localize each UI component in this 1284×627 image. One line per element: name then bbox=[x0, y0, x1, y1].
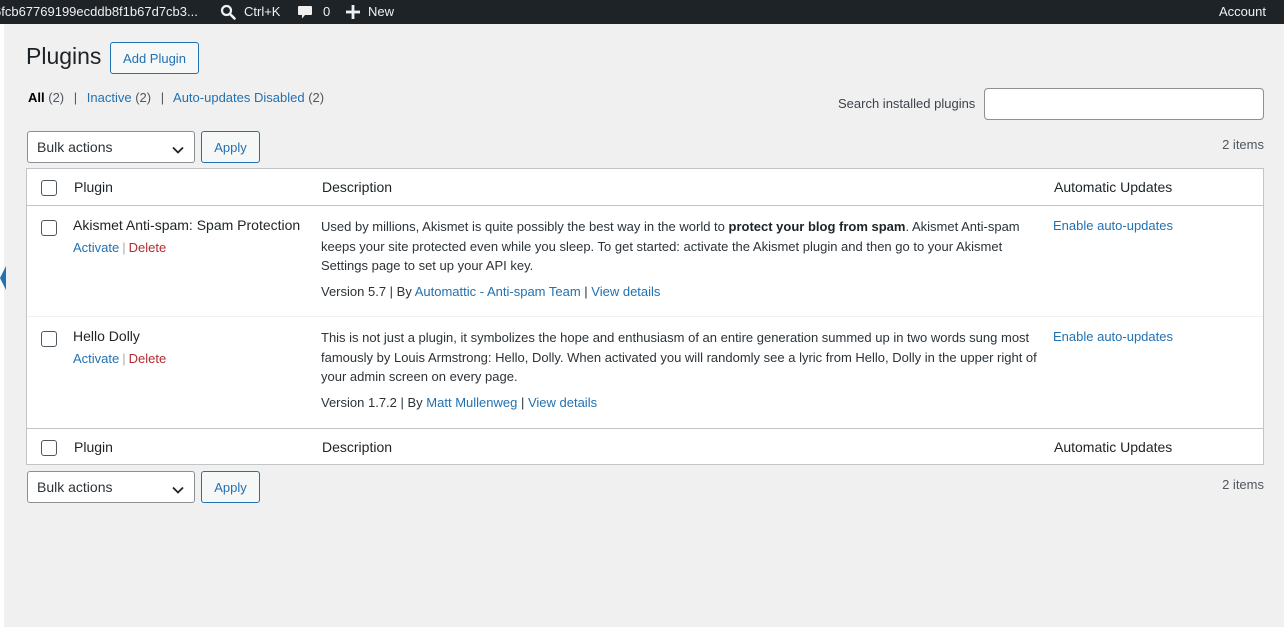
plugin-meta: Version 5.7 | By Automattic - Anti-spam … bbox=[321, 284, 661, 299]
filter-autoupdates-disabled-count: (2) bbox=[308, 90, 325, 105]
select-all-checkbox[interactable] bbox=[41, 180, 57, 196]
items-count: 2 items bbox=[1222, 137, 1264, 152]
activate-link[interactable]: Activate bbox=[73, 351, 119, 366]
left-edge bbox=[0, 24, 4, 627]
column-auto-updates: Automatic Updates bbox=[1054, 439, 1173, 455]
plugin-name: Hello Dolly bbox=[73, 328, 140, 344]
chevron-down-icon bbox=[172, 142, 184, 158]
filter-all[interactable]: All bbox=[28, 90, 45, 105]
filter-separator: | bbox=[73, 90, 78, 105]
select-all-checkbox[interactable] bbox=[41, 440, 57, 456]
plugin-meta: Version 1.7.2 | By Matt Mullenweg | View… bbox=[321, 395, 598, 410]
plugin-description: This is not just a plugin, it symbolizes… bbox=[321, 330, 1037, 384]
chevron-down-icon bbox=[172, 482, 184, 498]
apply-button-bottom[interactable]: Apply bbox=[201, 471, 260, 503]
search-shortcut-label: Ctrl+K bbox=[244, 4, 281, 19]
bulk-actions-selected: Bulk actions bbox=[37, 479, 113, 495]
command-palette-button[interactable]: Ctrl+K bbox=[220, 0, 280, 24]
bulk-actions-select-bottom[interactable]: Bulk actions bbox=[27, 471, 195, 503]
plugin-status-filters: All (2) | Inactive (2) | Auto-updates Di… bbox=[28, 90, 324, 105]
table-footer: Plugin Description Automatic Updates bbox=[27, 428, 1263, 465]
delete-link[interactable]: Delete bbox=[129, 351, 167, 366]
filter-inactive-count: (2) bbox=[135, 90, 152, 105]
table-header: Plugin Description Automatic Updates bbox=[27, 169, 1263, 206]
delete-link[interactable]: Delete bbox=[129, 240, 167, 255]
column-plugin: Plugin bbox=[74, 179, 113, 195]
filter-all-count: (2) bbox=[48, 90, 65, 105]
plus-icon bbox=[346, 5, 360, 19]
description-emphasis: protect your blog from spam bbox=[728, 219, 906, 234]
enable-auto-updates-link[interactable]: Enable auto-updates bbox=[1053, 329, 1173, 344]
plugin-version: Version 5.7 bbox=[321, 284, 387, 299]
filter-separator: | bbox=[160, 90, 165, 105]
table-row: Akismet Anti-spam: Spam Protection Activ… bbox=[27, 206, 1263, 317]
search-input[interactable] bbox=[984, 88, 1264, 120]
new-content-link[interactable]: New bbox=[346, 0, 394, 24]
column-description: Description bbox=[322, 179, 393, 195]
row-actions: Activate | Delete bbox=[73, 351, 167, 366]
site-name-link[interactable]: 6fcb67769199ecddb8f1b67d7cb3... bbox=[0, 0, 198, 24]
page-title: Plugins bbox=[26, 43, 102, 69]
plugins-table: Plugin Description Automatic Updates Aki… bbox=[26, 168, 1264, 465]
view-details-link[interactable]: View details bbox=[591, 284, 660, 299]
author-link[interactable]: Automattic - Anti-spam Team bbox=[415, 284, 581, 299]
add-plugin-button[interactable]: Add Plugin bbox=[110, 42, 199, 74]
menu-collapse-arrow-icon bbox=[0, 262, 6, 294]
comments-link[interactable]: 0 bbox=[297, 0, 330, 24]
apply-button[interactable]: Apply bbox=[201, 131, 260, 163]
table-row: Hello Dolly Activate | Delete This is not … bbox=[27, 317, 1263, 428]
plugin-name: Akismet Anti-spam: Spam Protection bbox=[73, 217, 301, 233]
filter-inactive[interactable]: Inactive bbox=[87, 90, 132, 105]
column-plugin: Plugin bbox=[74, 439, 113, 455]
author-link[interactable]: Matt Mullenweg bbox=[426, 395, 517, 410]
row-actions: Activate | Delete bbox=[73, 240, 167, 255]
column-auto-updates: Automatic Updates bbox=[1054, 179, 1173, 195]
filter-autoupdates-disabled[interactable]: Auto-updates Disabled bbox=[173, 90, 305, 105]
new-label: New bbox=[368, 4, 395, 19]
row-checkbox[interactable] bbox=[41, 220, 57, 236]
search-icon bbox=[220, 4, 236, 20]
search-label: Search installed plugins bbox=[838, 96, 976, 111]
account-label: Account bbox=[1219, 4, 1266, 19]
admin-bar: 6fcb67769199ecddb8f1b67d7cb3... Ctrl+K 0… bbox=[0, 0, 1284, 24]
enable-auto-updates-link[interactable]: Enable auto-updates bbox=[1053, 218, 1173, 233]
site-name-label: 6fcb67769199ecddb8f1b67d7cb3... bbox=[0, 4, 198, 19]
column-description: Description bbox=[322, 439, 393, 455]
bulk-actions-selected: Bulk actions bbox=[37, 139, 113, 155]
comments-count: 0 bbox=[323, 4, 331, 19]
bulk-actions-select[interactable]: Bulk actions bbox=[27, 131, 195, 163]
items-count-bottom: 2 items bbox=[1222, 477, 1264, 492]
plugin-version: Version 1.7.2 bbox=[321, 395, 397, 410]
plugin-description: Used by millions, Akismet is quite possi… bbox=[321, 219, 1020, 273]
row-checkbox[interactable] bbox=[41, 331, 57, 347]
activate-link[interactable]: Activate bbox=[73, 240, 119, 255]
comment-icon bbox=[297, 4, 313, 20]
account-menu[interactable]: Account bbox=[1219, 0, 1266, 24]
view-details-link[interactable]: View details bbox=[528, 395, 597, 410]
